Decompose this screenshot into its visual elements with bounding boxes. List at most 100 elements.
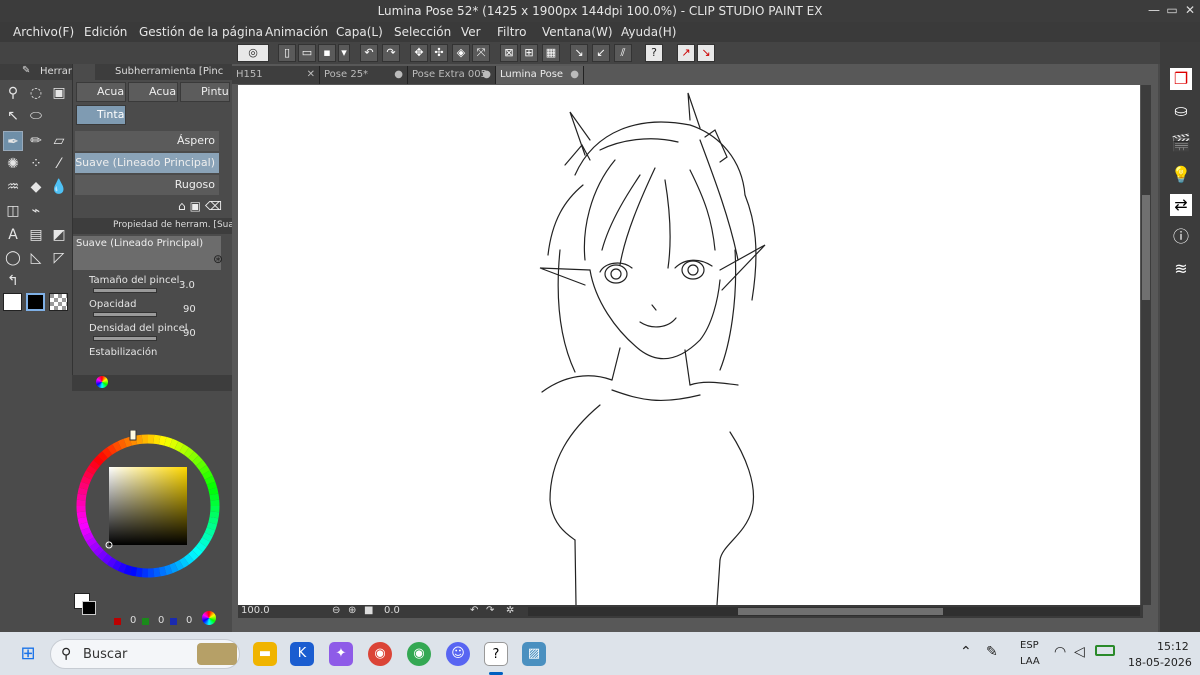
transparent-color-swatch[interactable] [49, 293, 68, 311]
blend-icon[interactable]: ♒ [3, 177, 23, 197]
show-selection-icon[interactable]: ▦ [542, 44, 560, 62]
hue-ring-segment[interactable] [169, 438, 179, 450]
balloon-tail-icon[interactable]: ↰ [3, 271, 23, 291]
brush-uneven[interactable]: Rugoso [75, 175, 219, 195]
sub-color-swatch[interactable] [26, 293, 45, 311]
menu-capa[interactable]: Capa(L) [336, 25, 383, 39]
clip-studio-taskbar-icon[interactable]: ? [484, 642, 508, 666]
hue-ring-segment[interactable] [164, 564, 173, 576]
rotate-left-icon[interactable]: ↶ [470, 605, 478, 616]
hue-ring-segment[interactable] [83, 532, 94, 542]
hue-ring-segment[interactable] [112, 560, 122, 571]
hue-ring-segment[interactable] [123, 436, 132, 448]
hue-ring-segment[interactable] [112, 441, 122, 452]
menu-ver[interactable]: Ver [461, 25, 481, 39]
hue-ring-segment[interactable] [174, 560, 184, 571]
brush-soft-main-line[interactable]: Suave (Lineado Principal) [75, 153, 219, 173]
hue-ring-segment[interactable] [192, 546, 203, 557]
brush-settings-icon[interactable]: ⊛ [213, 252, 223, 266]
keyboard-lang[interactable]: ESP [1020, 640, 1039, 651]
menu-ventana[interactable]: Ventana(W) [542, 25, 613, 39]
hue-ring-segment[interactable] [89, 460, 101, 471]
hue-ring-segment[interactable] [86, 537, 97, 548]
hue-ring-segment[interactable] [129, 566, 138, 577]
save-dropdown-icon[interactable]: ▾ [338, 44, 350, 62]
color-mode-icon[interactable] [202, 611, 216, 625]
sub-color-indicator[interactable] [82, 601, 96, 615]
help-icon[interactable]: ? [645, 44, 663, 62]
subtool-group-ink[interactable]: Tinta [76, 105, 126, 125]
vertical-scrollbar[interactable] [1141, 85, 1151, 605]
redo-icon[interactable]: ↷ [382, 44, 400, 62]
fill-icon[interactable]: ◈ [452, 44, 470, 62]
figure-icon[interactable]: ◯ [3, 248, 23, 268]
fit-icon[interactable]: ■ [364, 605, 373, 616]
hue-ring-segment[interactable] [174, 441, 184, 452]
snap-ruler-icon[interactable]: ↘ [570, 44, 588, 62]
maximize-button[interactable]: ▭ [1164, 3, 1180, 17]
hue-ring-segment[interactable] [183, 553, 194, 565]
hue-ring-segment[interactable] [199, 464, 210, 475]
import-icon[interactable]: ↘ [697, 44, 715, 62]
clip-studio-icon[interactable]: ◎ [237, 44, 269, 62]
subtool-group-paint[interactable]: Pintur [180, 82, 230, 102]
hue-ring-segment[interactable] [123, 564, 132, 576]
hue-ring-segment[interactable] [106, 444, 117, 455]
hue-ring-segment[interactable] [208, 516, 219, 525]
hue-ring-segment[interactable] [135, 567, 143, 578]
hue-ring-segment[interactable] [102, 447, 113, 459]
clock-date[interactable]: 18-05-2026 [1128, 656, 1192, 669]
blue-value[interactable]: 0 [186, 615, 192, 626]
color-wheel[interactable] [72, 430, 232, 610]
pen-tray-icon[interactable]: ✎ [986, 644, 998, 660]
hue-ring-segment[interactable] [97, 451, 108, 462]
selection-icon[interactable]: ⬭ [26, 106, 46, 126]
scale-icon[interactable]: ⤧ [472, 44, 490, 62]
vertical-scroll-thumb[interactable] [1142, 195, 1150, 300]
eraser-icon[interactable]: ▱ [49, 131, 69, 151]
doc-tab-lumina[interactable]: Lumina Pose 52*● [496, 66, 584, 98]
hue-ring-segment[interactable] [80, 475, 92, 485]
layer-move-icon[interactable]: ▣ [49, 83, 69, 103]
pen-icon[interactable]: ✒ [3, 131, 23, 151]
brush-density-slider[interactable] [93, 336, 157, 341]
photos-icon[interactable]: ▨ [522, 642, 546, 666]
start-icon[interactable]: ⊞ [16, 642, 40, 666]
prop-brush-size-value[interactable]: 3.0 [179, 280, 195, 291]
gradient-icon[interactable]: ◫ [3, 201, 23, 221]
reset-rotation-icon[interactable]: ✲ [506, 605, 514, 616]
wifi-icon[interactable]: ◠ [1054, 644, 1066, 660]
menu-animacion[interactable]: Animación [265, 25, 328, 39]
layer-icon[interactable]: ❐ [1170, 68, 1192, 90]
hue-ring-segment[interactable] [202, 470, 213, 480]
doc-tab-pose25[interactable]: Pose 25* ● [320, 66, 408, 84]
hue-ring-segment[interactable] [158, 566, 167, 577]
hue-ring-segment[interactable] [179, 444, 190, 455]
subtool-actions-icons[interactable]: ⌂▣⌫ [178, 199, 226, 213]
opacity-slider[interactable] [93, 312, 157, 317]
hue-ring-segment[interactable] [86, 464, 97, 475]
hue-ring-segment[interactable] [209, 511, 220, 519]
zoom-icon[interactable]: ⚲ [3, 83, 23, 103]
clear-icon[interactable]: ✣ [430, 44, 448, 62]
menu-gestion-pagina[interactable]: Gestión de la página [139, 25, 263, 39]
hue-ring-segment[interactable] [106, 557, 117, 568]
horizontal-scrollbar[interactable] [528, 607, 1140, 616]
menu-ayuda[interactable]: Ayuda(H) [621, 25, 676, 39]
discord-icon[interactable]: ☺ [446, 642, 470, 666]
eyedropper-icon[interactable]: ⁄ [49, 154, 69, 174]
hue-ring-segment[interactable] [179, 557, 190, 568]
krita-icon[interactable]: K [290, 642, 314, 666]
open-file-icon[interactable]: ▭ [298, 44, 316, 62]
hue-ring-segment[interactable] [93, 455, 104, 466]
chrome-icon[interactable]: ◉ [407, 642, 431, 666]
hue-ring-segment[interactable] [102, 553, 113, 565]
hue-ring-segment[interactable] [153, 434, 161, 445]
close-tab-icon[interactable]: ✕ [307, 66, 315, 84]
text-icon[interactable]: A [3, 225, 23, 245]
menu-archivo[interactable]: Archivo(F) [13, 25, 74, 39]
hue-ring-segment[interactable] [206, 522, 218, 531]
hue-ring-segment[interactable] [76, 493, 87, 501]
zoom-value[interactable]: 100.0 [241, 605, 270, 616]
sync-icon[interactable]: ⇄ [1170, 194, 1192, 216]
